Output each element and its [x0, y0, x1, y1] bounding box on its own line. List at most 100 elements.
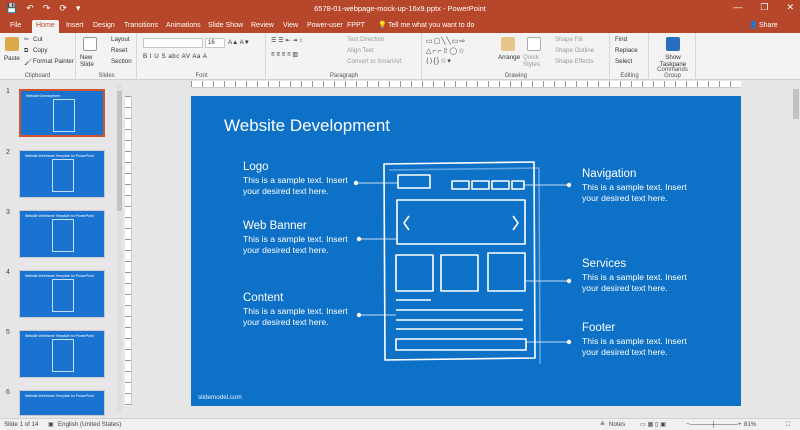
list-buttons[interactable]: ☰ ☰ ⇤ ⇥ ↕ — [271, 37, 302, 44]
grow-font-icon[interactable]: A▲ A▼ — [228, 39, 250, 46]
paste-icon[interactable] — [5, 37, 19, 51]
tab-insert[interactable]: Insert — [62, 20, 88, 33]
shape-fill-button[interactable]: Shape Fill — [555, 36, 583, 43]
language-indicator[interactable]: English (United States) — [58, 421, 121, 428]
horizontal-ruler — [191, 81, 741, 88]
shapes-gallery[interactable]: ▭▢╲╲▭⇨ △⌐⌐⇧◯☆ ⟨⟩{}☆▾ — [426, 37, 494, 67]
ribbon-tabs: File Home Insert Design Transitions Anim… — [0, 18, 800, 33]
drawing-label: Drawing — [504, 73, 527, 79]
wireframe-mini — [52, 159, 74, 192]
tab-file[interactable]: File — [6, 20, 25, 33]
replace-button[interactable]: Replace — [615, 47, 638, 54]
thumbnail-scrollbar[interactable] — [117, 83, 122, 413]
find-button[interactable]: Find — [615, 36, 627, 43]
arrange-icon[interactable] — [501, 37, 515, 51]
tell-me-search[interactable]: Tell me what you want to do — [384, 20, 478, 33]
connector-dot — [353, 180, 359, 186]
new-slide-button[interactable]: New Slide — [80, 54, 102, 68]
quick-styles-icon[interactable] — [527, 37, 541, 51]
wireframe-nav-item — [471, 180, 490, 190]
clipboard-label: Clipboard — [24, 73, 51, 79]
slide-thumbnail[interactable]: Website Wireframe Template for PowerPoin… — [19, 330, 105, 378]
font-label: Font — [195, 73, 208, 79]
zoom-slider[interactable]: −─────┼─────+ — [686, 421, 741, 428]
tab-view[interactable]: View — [279, 20, 302, 33]
paste-button[interactable]: Paste — [4, 55, 20, 62]
connector-dot — [356, 236, 362, 242]
cut-icon: ✂ — [24, 36, 30, 43]
notes-icon: ≙ — [600, 421, 606, 428]
font-size-input[interactable]: 16 — [205, 38, 225, 48]
scrollbar-thumb[interactable] — [117, 91, 122, 211]
font-name-input[interactable] — [143, 38, 203, 48]
zoom-level[interactable]: 81% — [744, 421, 756, 428]
convert-smartart-button[interactable]: Convert to SmartArt — [347, 58, 402, 65]
section-button[interactable]: Section — [111, 58, 132, 65]
slide-thumbnail[interactable]: Website Wireframe Template for PowerPoin… — [19, 390, 105, 416]
view-buttons[interactable]: ▭ ▦ ▯ ▣ — [640, 421, 666, 428]
wireframe-banner-right-arrow — [512, 215, 519, 231]
reset-button[interactable]: Reset — [111, 47, 127, 54]
wireframe-mini — [52, 279, 74, 312]
font-format-buttons[interactable]: B I U S abc AV Aa A — [143, 53, 207, 60]
slide-thumbnail[interactable]: Website Wireframe Template for PowerPoin… — [19, 270, 105, 318]
font-group: 16 A▲ A▼ B I U S abc AV Aa A Font — [138, 33, 266, 80]
slide-canvas[interactable]: Website Development Logo This is a sampl… — [191, 96, 741, 406]
close-button[interactable]: ✕ — [786, 2, 794, 13]
thumbnail-number: 3 — [6, 209, 10, 216]
maximize-button[interactable]: ❐ — [760, 2, 768, 13]
share-button[interactable]: Share — [755, 20, 782, 33]
format-painter-button[interactable]: Format Painter — [33, 58, 74, 65]
slide-footer-source: slidemodel.com — [198, 394, 242, 401]
slides-group: New Slide Layout Reset Section Slides — [77, 33, 137, 80]
align-text-button[interactable]: Align Text — [347, 47, 374, 54]
arrange-button[interactable]: Arrange — [498, 54, 520, 61]
text-direction-button[interactable]: Text Direction — [347, 36, 384, 43]
wireframe-banner-left-arrow — [403, 215, 410, 231]
minimize-button[interactable]: — — [733, 2, 742, 13]
thumbnail-number: 4 — [6, 269, 10, 276]
shape-outline-button[interactable]: Shape Outline — [555, 47, 594, 54]
paragraph-group: ☰ ☰ ⇤ ⇥ ↕ ≡ ≡ ≡ ≡ ▥ Text Direction Align… — [267, 33, 422, 80]
slide-thumbnail[interactable]: Website Wireframe Template for PowerPoin… — [19, 210, 105, 258]
tab-home[interactable]: Home — [32, 20, 59, 33]
editor-scrollbar-thumb[interactable] — [793, 89, 799, 119]
fit-slide-icon[interactable]: ⛶ — [786, 421, 790, 429]
slide-counter: Slide 1 of 14 — [4, 421, 39, 428]
tab-animations[interactable]: Animations — [162, 20, 205, 33]
tab-transitions[interactable]: Transitions — [120, 20, 162, 33]
editing-label: Editing — [620, 73, 639, 79]
layout-button[interactable]: Layout — [111, 36, 130, 43]
slide-thumbnail[interactable]: Website Wireframe Template for PowerPoin… — [19, 150, 105, 198]
select-button[interactable]: Select — [615, 58, 632, 65]
copy-icon: ⧉ — [24, 47, 29, 54]
new-slide-icon[interactable] — [83, 37, 97, 51]
spellcheck-icon[interactable]: ▣ — [48, 421, 54, 428]
notes-button[interactable]: Notes — [609, 421, 625, 428]
shape-effects-button[interactable]: Shape Effects — [555, 58, 593, 65]
clipboard-group: Paste ✂ Cut ⧉ Copy 🖌 Format Painter Clip… — [0, 33, 76, 80]
connector-dot — [566, 278, 572, 284]
wireframe-mini — [53, 99, 75, 132]
editing-group: Find Replace Select Editing — [611, 33, 649, 80]
slide-thumbnails-panel: 1 Website Development 2 Website Wirefram… — [0, 81, 122, 416]
slides-label: Slides — [98, 73, 115, 79]
quick-styles-button[interactable]: Quick Styles — [523, 54, 547, 68]
wireframe-banner — [396, 199, 526, 245]
ribbon: Paste ✂ Cut ⧉ Copy 🖌 Format Painter Clip… — [0, 33, 800, 80]
tab-review[interactable]: Review — [247, 20, 278, 33]
tab-power-user[interactable]: Power-user — [303, 20, 347, 33]
show-taskpane-button[interactable]: Show Taskpane — [656, 54, 690, 68]
copy-button[interactable]: Copy — [33, 47, 47, 54]
wireframe-service-box — [440, 254, 479, 292]
wireframe-service-box — [395, 254, 434, 292]
taskpane-icon[interactable] — [666, 37, 680, 51]
slide-thumbnail[interactable]: Website Development — [19, 89, 105, 137]
tab-slide-show[interactable]: Slide Show — [204, 20, 247, 33]
tab-fppt[interactable]: FPPT — [343, 20, 369, 33]
cut-button[interactable]: Cut — [33, 36, 43, 43]
tab-design[interactable]: Design — [89, 20, 119, 33]
editor-scrollbar[interactable] — [792, 83, 800, 417]
thumbnail-title: Website Development — [26, 94, 61, 98]
align-buttons[interactable]: ≡ ≡ ≡ ≡ ▥ — [271, 51, 298, 58]
